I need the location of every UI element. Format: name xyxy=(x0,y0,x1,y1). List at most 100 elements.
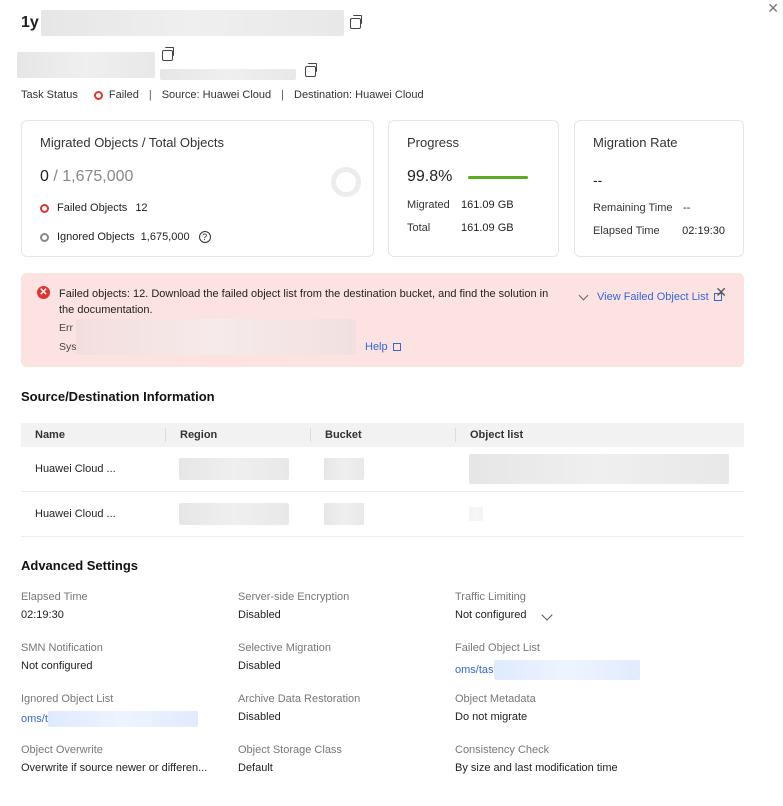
progress-card: Progress 99.8% Migrated 161.09 GB Total … xyxy=(388,120,559,257)
migrated-size-label: Migrated xyxy=(407,199,450,211)
progress-row: 99.8% xyxy=(407,168,540,186)
remaining-time-label: Remaining Time xyxy=(593,202,673,214)
help-link-text[interactable]: Help xyxy=(365,341,388,353)
setting-value: Disabled xyxy=(238,711,281,723)
table-row: Huawei Cloud ... xyxy=(21,447,744,492)
setting-label: Elapsed Time xyxy=(21,591,88,603)
edit-pencil-icon[interactable] xyxy=(540,609,553,621)
failed-object-list-link[interactable]: oms/tas xyxy=(455,664,494,676)
card-title: Migrated Objects / Total Objects xyxy=(40,135,225,150)
setting-label: Object Overwrite xyxy=(21,744,103,756)
setting-failed-object-list: Failed Object List oms/tas xyxy=(455,642,672,680)
column-header-name: Name xyxy=(35,429,65,441)
progress-percent: 99.8% xyxy=(407,168,453,185)
separator: | xyxy=(281,89,284,101)
column-header-bucket: Bucket xyxy=(310,428,455,442)
table-row: Huawei Cloud ... xyxy=(21,492,744,537)
setting-label: Traffic Limiting xyxy=(455,591,526,603)
migrated-value: 0 xyxy=(40,168,49,185)
row-bucket-redacted xyxy=(310,458,455,480)
external-link-icon[interactable] xyxy=(392,343,401,351)
setting-value: Do not migrate xyxy=(455,711,528,723)
setting-value-row[interactable]: oms/tas xyxy=(455,660,672,680)
setting-label: Archive Data Restoration xyxy=(238,693,361,705)
alert-close-icon[interactable]: ✕ xyxy=(715,284,727,301)
setting-selective-migration: Selective Migration Disabled xyxy=(238,642,455,678)
setting-label: Failed Object List xyxy=(455,642,540,654)
source-destination-table: Name Region Bucket Object list Huawei Cl… xyxy=(21,423,744,537)
setting-value: By size and last modification time xyxy=(455,762,618,774)
copy-icon[interactable] xyxy=(162,47,174,61)
setting-consistency-check: Consistency Check By size and last modif… xyxy=(455,744,672,780)
setting-object-storage-class: Object Storage Class Default xyxy=(238,744,455,780)
task-title-redacted xyxy=(40,10,344,36)
task-status-row: Task Status Failed | Source: Huawei Clou… xyxy=(21,89,424,101)
setting-object-metadata: Object Metadata Do not migrate xyxy=(455,693,672,729)
failed-objects-alert: ✕ Failed objects: 12. Download the faile… xyxy=(21,273,744,367)
row-bucket-redacted xyxy=(310,503,455,525)
progress-bar xyxy=(468,175,529,179)
task-title-row: 1y xyxy=(21,10,362,36)
failed-objects-label: Failed Objects xyxy=(57,202,128,214)
card-title: Progress xyxy=(407,135,460,150)
rate-value: -- xyxy=(593,172,603,188)
setting-label: Ignored Object List xyxy=(21,693,114,705)
source-destination-title: Source/Destination Information xyxy=(21,389,215,404)
failed-objects-value: 12 xyxy=(135,202,148,214)
remaining-time-value: -- xyxy=(683,202,691,214)
source-label: Source: Huawei Cloud xyxy=(161,89,272,101)
setting-smn-notification: SMN Notification Not configured xyxy=(21,642,238,678)
progress-ring-icon xyxy=(331,167,361,197)
copy-icon[interactable] xyxy=(349,14,362,29)
advanced-settings-title: Advanced Settings xyxy=(21,558,139,573)
view-failed-object-list-link[interactable]: View Failed Object List xyxy=(576,290,722,303)
ignored-objects-row: Ignored Objects 1,675,000 ? xyxy=(40,231,355,243)
system-line-prefix: Sys xyxy=(59,341,77,353)
separator: | xyxy=(148,89,152,101)
migrated-objects-card: Migrated Objects / Total Objects 0 / 1,6… xyxy=(21,120,374,257)
alert-message: Failed objects: 12. Download the failed … xyxy=(59,288,549,316)
setting-archive-data-restoration: Archive Data Restoration Disabled xyxy=(238,693,455,729)
elapsed-time-row: Elapsed Time 02:19:30 xyxy=(593,225,725,237)
total-size-row: Total 161.09 GB xyxy=(407,222,540,234)
column-header-object-list: Object list xyxy=(455,428,744,442)
elapsed-time-label: Elapsed Time xyxy=(593,225,660,237)
error-icon: ✕ xyxy=(37,286,50,299)
copy-icon[interactable] xyxy=(305,63,317,77)
setting-traffic-limiting: Traffic Limiting Not configured xyxy=(455,591,672,627)
row-region-redacted xyxy=(165,458,310,480)
setting-label: Object Metadata xyxy=(455,693,536,705)
migration-rate-card: Migration Rate -- Remaining Time -- Elap… xyxy=(574,120,744,257)
error-line-prefix: Err xyxy=(59,322,73,334)
failed-status-icon xyxy=(93,90,103,100)
setting-value-row[interactable]: oms/t xyxy=(21,711,238,727)
error-details-redacted xyxy=(76,319,356,355)
setting-label: Server-side Encryption xyxy=(238,591,350,603)
ignored-objects-label: Ignored Objects xyxy=(57,231,135,243)
task-desc-redacted xyxy=(160,69,296,80)
elapsed-time-value: 02:19:30 xyxy=(682,225,725,237)
row-name: Huawei Cloud ... xyxy=(35,508,116,520)
total-size-label: Total xyxy=(407,222,431,234)
slash: / xyxy=(48,168,63,185)
task-status-label: Task Status xyxy=(21,89,78,101)
help-question-icon[interactable]: ? xyxy=(198,231,211,243)
row-name: Huawei Cloud ... xyxy=(35,463,116,475)
setting-value: Overwrite if source newer or differen... xyxy=(21,762,208,774)
failed-dot-icon xyxy=(40,203,49,213)
setting-label: Consistency Check xyxy=(455,744,550,756)
setting-value: Not configured xyxy=(455,609,527,621)
row-object-list-redacted xyxy=(455,507,744,521)
close-icon[interactable]: ✕ xyxy=(767,0,779,17)
column-header-region: Region xyxy=(165,428,310,442)
view-failed-link-text[interactable]: View Failed Object List xyxy=(597,291,709,303)
setting-object-overwrite: Object Overwrite Overwrite if source new… xyxy=(21,744,238,780)
help-link[interactable]: Help xyxy=(365,341,401,353)
card-title: Migration Rate xyxy=(593,135,678,150)
chevron-down-icon[interactable] xyxy=(578,290,589,300)
failed-objects-row: Failed Objects 12 xyxy=(40,202,355,214)
advanced-settings-grid: Elapsed Time 02:19:30 Server-side Encryp… xyxy=(21,591,741,780)
setting-label: SMN Notification xyxy=(21,642,103,654)
ignored-object-list-link[interactable]: oms/t xyxy=(21,713,48,725)
migrated-count: 0 / 1,675,000 xyxy=(40,168,355,186)
